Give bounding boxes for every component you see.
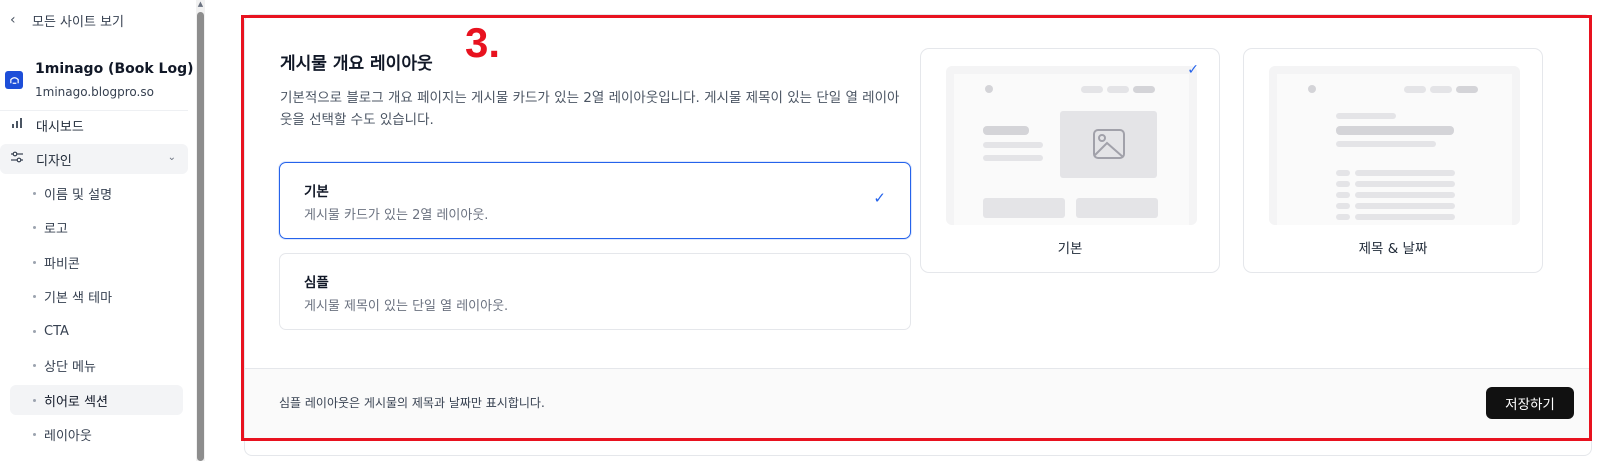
save-button[interactable]: 저장하기 <box>1486 387 1574 419</box>
layout-option-simple[interactable]: 심플 게시물 제목이 있는 단일 열 레이아웃. <box>279 253 911 330</box>
scroll-up-arrow-icon[interactable]: ▲ <box>197 1 204 8</box>
layout-preview-title-date[interactable]: 제목 & 날짜 <box>1243 48 1543 273</box>
sidebar-scrollbar[interactable]: ▲ <box>196 0 205 461</box>
bullet-icon <box>33 294 36 298</box>
bar-chart-icon <box>10 116 24 134</box>
site-switcher[interactable]: 1minago (Book Log) 1minago.blogpro.so <box>0 55 196 105</box>
sidebar-subitem-label: 상단 메뉴 <box>44 359 96 375</box>
option-description: 게시물 제목이 있는 단일 열 레이아웃. <box>304 299 509 314</box>
sidebar-subitem-label: 기본 색 테마 <box>44 290 113 306</box>
check-icon: ✓ <box>1187 62 1199 78</box>
option-description: 게시물 카드가 있는 2열 레이아웃. <box>304 208 489 223</box>
preview-label: 기본 <box>1057 241 1083 257</box>
site-url: 1minago.blogpro.so <box>35 85 154 99</box>
sidebar-subitem-color-theme[interactable]: 기본 색 테마 <box>10 281 183 311</box>
sidebar-subitem-label: 파비콘 <box>44 256 80 272</box>
sidebar-subitem-label: CTA <box>44 323 69 339</box>
section-title: 게시물 개요 레이아웃 <box>280 54 433 74</box>
sidebar-item-label: 디자인 <box>36 153 72 169</box>
sidebar-subitem-label: 로고 <box>44 221 68 237</box>
chevron-left-icon: ‹ <box>10 12 16 28</box>
chevron-down-icon: ⌄ <box>167 152 176 163</box>
sidebar-subitem-label: 레이아웃 <box>44 428 92 444</box>
back-to-all-sites-link[interactable]: ‹ 모든 사이트 보기 <box>10 10 124 30</box>
sidebar-subitem-layout[interactable]: 레이아웃 <box>10 419 183 449</box>
sidebar-item-dashboard[interactable]: 대시보드 <box>0 110 188 140</box>
preview-label: 제목 & 날짜 <box>1358 241 1428 257</box>
back-label: 모든 사이트 보기 <box>32 14 124 30</box>
sidebar-subitem-top-menu[interactable]: 상단 메뉴 <box>10 350 183 380</box>
sidebar-subitem-cta[interactable]: CTA <box>10 316 183 346</box>
sidebar: ‹ 모든 사이트 보기 1minago (Book Log) 1minago.b… <box>0 0 196 461</box>
preview-thumbnail <box>1269 66 1520 225</box>
option-title: 심플 <box>304 275 329 291</box>
sidebar-subitem-label: 히어로 섹션 <box>44 394 108 410</box>
sidebar-item-design[interactable]: 디자인 ⌄ <box>0 144 188 174</box>
annotation-step-number: 3. <box>465 19 501 66</box>
sidebar-subitem-favicon[interactable]: 파비콘 <box>10 247 183 277</box>
bullet-icon <box>33 225 36 229</box>
layout-preview-basic[interactable]: ✓ 기본 <box>920 48 1220 273</box>
option-title: 기본 <box>304 184 329 200</box>
footer-note: 심플 레이아웃은 게시물의 제목과 날짜만 표시합니다. <box>279 396 545 410</box>
sidebar-subitem-label: 이름 및 설명 <box>44 187 113 203</box>
scrollbar-thumb[interactable] <box>197 12 204 461</box>
site-logo-icon <box>5 71 23 89</box>
section-description: 기본적으로 블로그 개요 페이지는 게시물 카드가 있는 2열 레이아웃입니다.… <box>280 90 900 128</box>
bullet-icon <box>33 363 36 367</box>
bullet-icon <box>33 260 36 264</box>
sidebar-subitem-name-description[interactable]: 이름 및 설명 <box>10 178 183 208</box>
site-name: 1minago (Book Log) <box>35 61 194 77</box>
bullet-icon <box>33 329 36 333</box>
layout-option-basic[interactable]: 기본 게시물 카드가 있는 2열 레이아웃. ✓ <box>279 162 911 239</box>
sliders-icon <box>10 150 24 168</box>
sidebar-subitem-logo[interactable]: 로고 <box>10 212 183 242</box>
card-footer: 심플 레이아웃은 게시물의 제목과 날짜만 표시합니다. <box>245 368 1591 438</box>
sidebar-item-label: 대시보드 <box>36 119 84 135</box>
bullet-icon <box>33 398 36 402</box>
bullet-icon <box>33 432 36 436</box>
sidebar-subitem-hero-section[interactable]: 히어로 섹션 <box>10 385 183 415</box>
bullet-icon <box>33 191 36 195</box>
check-icon: ✓ <box>873 189 886 207</box>
preview-thumbnail <box>946 66 1197 225</box>
